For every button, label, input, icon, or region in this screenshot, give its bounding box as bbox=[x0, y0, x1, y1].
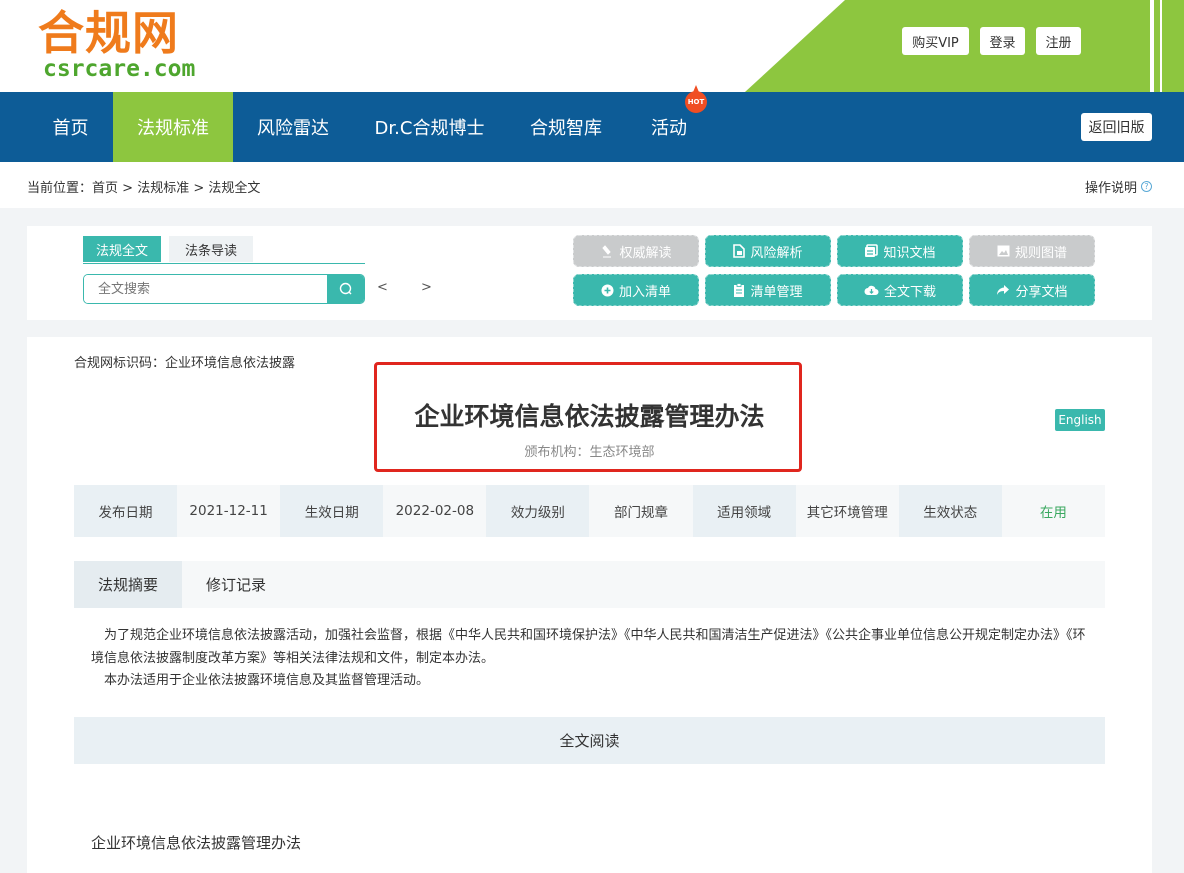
tab-full-text[interactable]: 法规全文 bbox=[83, 236, 161, 262]
buy-vip-button[interactable]: 购买VIP bbox=[902, 27, 969, 55]
help-label: 操作说明 bbox=[1084, 181, 1137, 196]
tab-summary[interactable]: 法规摘要 bbox=[74, 561, 182, 608]
doc-title: 企业环境信息依法披露管理办法 bbox=[414, 402, 765, 431]
prev-arrow[interactable]: < bbox=[377, 280, 388, 295]
button-label: 规则图谱 bbox=[1014, 245, 1067, 261]
doc-sub-tabs: 法规摘要 修订记录 bbox=[74, 561, 1105, 608]
question-circle-icon: ? bbox=[1141, 181, 1152, 192]
doc-summary: 为了规范企业环境信息依法披露活动，加强社会监督，根据《中华人民共和国环境保护法》… bbox=[91, 625, 1091, 693]
hot-badge: HOT bbox=[685, 85, 707, 113]
doc-issuing-org: 颁布机构：生态环境部 bbox=[524, 445, 655, 460]
button-label: 清单管理 bbox=[750, 284, 803, 300]
authority-interpret-button[interactable]: 权威解读 bbox=[573, 235, 699, 267]
image-icon bbox=[997, 245, 1010, 257]
main-content: 合规网标识码：企业环境信息依法披露 企业环境信息依法披露管理办法 颁布机构：生态… bbox=[27, 337, 1152, 873]
button-label: 加入清单 bbox=[618, 284, 671, 300]
nav-item-drc[interactable]: Dr.C合规博士 bbox=[353, 92, 506, 162]
clipboard-icon bbox=[734, 283, 745, 297]
breadcrumb-sep: > bbox=[118, 181, 138, 196]
button-label: 全文下载 bbox=[883, 284, 936, 300]
meta-value: 2022-02-08 bbox=[383, 485, 487, 537]
document-icon bbox=[733, 244, 746, 258]
search-icon bbox=[339, 282, 351, 295]
summary-paragraph: 为了规范企业环境信息依法披露活动，加强社会监督，根据《中华人民共和国环境保护法》… bbox=[91, 628, 1086, 666]
nav-item-think-tank[interactable]: 合规智库 bbox=[506, 92, 626, 162]
breadcrumb-bar: 当前位置：首页 > 法规标准 > 法规全文 操作说明 ? bbox=[0, 162, 1184, 208]
english-version-button[interactable]: English bbox=[1055, 409, 1105, 431]
meta-label: 生效状态 bbox=[898, 485, 1002, 537]
logo-english: csrcare.com bbox=[43, 56, 196, 82]
breadcrumb-regulations[interactable]: 法规标准 bbox=[137, 181, 189, 196]
doc-id-code: 合规网标识码：企业环境信息依法披露 bbox=[74, 356, 296, 371]
login-button[interactable]: 登录 bbox=[980, 27, 1025, 55]
breadcrumb-home[interactable]: 首页 bbox=[92, 181, 118, 196]
header-stripe bbox=[1150, 0, 1154, 92]
rule-graph-button[interactable]: 规则图谱 bbox=[969, 235, 1095, 267]
flask-icon bbox=[602, 245, 612, 258]
tab-revisions[interactable]: 修订记录 bbox=[182, 561, 290, 608]
search-button[interactable] bbox=[327, 275, 364, 303]
meta-value: 其它环境管理 bbox=[795, 485, 899, 537]
search-box bbox=[83, 274, 365, 304]
old-version-button[interactable]: 返回旧版 bbox=[1081, 113, 1152, 141]
nav-item-risk-radar[interactable]: 风险雷达 bbox=[233, 92, 353, 162]
breadcrumb-current: 法规全文 bbox=[208, 181, 261, 196]
plus-circle-icon bbox=[601, 284, 614, 296]
main-nav: 首页 法规标准 风险雷达 Dr.C合规博士 合规智库 活动 bbox=[0, 92, 1184, 162]
body-title: 企业环境信息依法披露管理办法 bbox=[91, 834, 302, 852]
knowledge-doc-button[interactable]: 知识文档 bbox=[837, 235, 963, 267]
meta-label: 效力级别 bbox=[486, 485, 590, 537]
search-input[interactable] bbox=[84, 275, 328, 303]
site-logo[interactable]: 合规网 csrcare.com bbox=[38, 6, 196, 82]
share-button[interactable]: 分享文档 bbox=[969, 274, 1095, 306]
download-button[interactable]: 全文下载 bbox=[837, 274, 963, 306]
breadcrumb-sep: > bbox=[189, 181, 209, 196]
read-full-text-button[interactable]: 全文阅读 bbox=[74, 717, 1105, 764]
doc-meta-table: 发布日期 2021-12-11 生效日期 2022-02-08 效力级别 部门规… bbox=[74, 485, 1105, 537]
hot-flame-icon: HOT bbox=[685, 91, 707, 113]
breadcrumb-prefix: 当前位置： bbox=[27, 181, 93, 196]
docs-icon bbox=[865, 244, 879, 257]
tab-guide[interactable]: 法条导读 bbox=[169, 236, 253, 262]
next-arrow[interactable]: > bbox=[421, 280, 432, 295]
summary-paragraph: 本办法适用于企业依法披露环境信息及其监督管理活动。 bbox=[104, 673, 430, 688]
site-header: 合规网 csrcare.com 购买VIP 登录 注册 bbox=[0, 0, 1184, 92]
meta-label: 生效日期 bbox=[280, 485, 384, 537]
button-label: 知识文档 bbox=[883, 245, 936, 261]
breadcrumb: 当前位置：首页 > 法规标准 > 法规全文 bbox=[27, 177, 260, 196]
add-to-list-button[interactable]: 加入清单 bbox=[573, 274, 699, 306]
tab-underline bbox=[83, 263, 365, 264]
meta-label: 适用领域 bbox=[692, 485, 796, 537]
button-label: 分享文档 bbox=[1015, 284, 1068, 300]
register-button[interactable]: 注册 bbox=[1036, 27, 1081, 55]
nav-item-home[interactable]: 首页 bbox=[28, 92, 113, 162]
meta-value: 2021-12-11 bbox=[177, 485, 281, 537]
header-stripe bbox=[1160, 0, 1162, 92]
meta-label: 发布日期 bbox=[74, 485, 178, 537]
button-label: 风险解析 bbox=[750, 245, 803, 261]
share-icon bbox=[997, 285, 1010, 295]
tool-panel: 法规全文 法条导读 < > 权威解读 风险解析 知识文档 规则图谱 加入清单 清… bbox=[27, 226, 1152, 320]
list-manage-button[interactable]: 清单管理 bbox=[705, 274, 831, 306]
status-badge: 在用 bbox=[1001, 485, 1105, 537]
logo-chinese: 合规网 bbox=[38, 6, 179, 60]
help-link[interactable]: 操作说明 ? bbox=[1085, 177, 1152, 196]
cloud-download-icon bbox=[864, 285, 879, 295]
button-label: 权威解读 bbox=[619, 245, 672, 261]
risk-analysis-button[interactable]: 风险解析 bbox=[705, 235, 831, 267]
meta-value: 部门规章 bbox=[589, 485, 693, 537]
nav-item-regulations[interactable]: 法规标准 bbox=[113, 92, 233, 162]
